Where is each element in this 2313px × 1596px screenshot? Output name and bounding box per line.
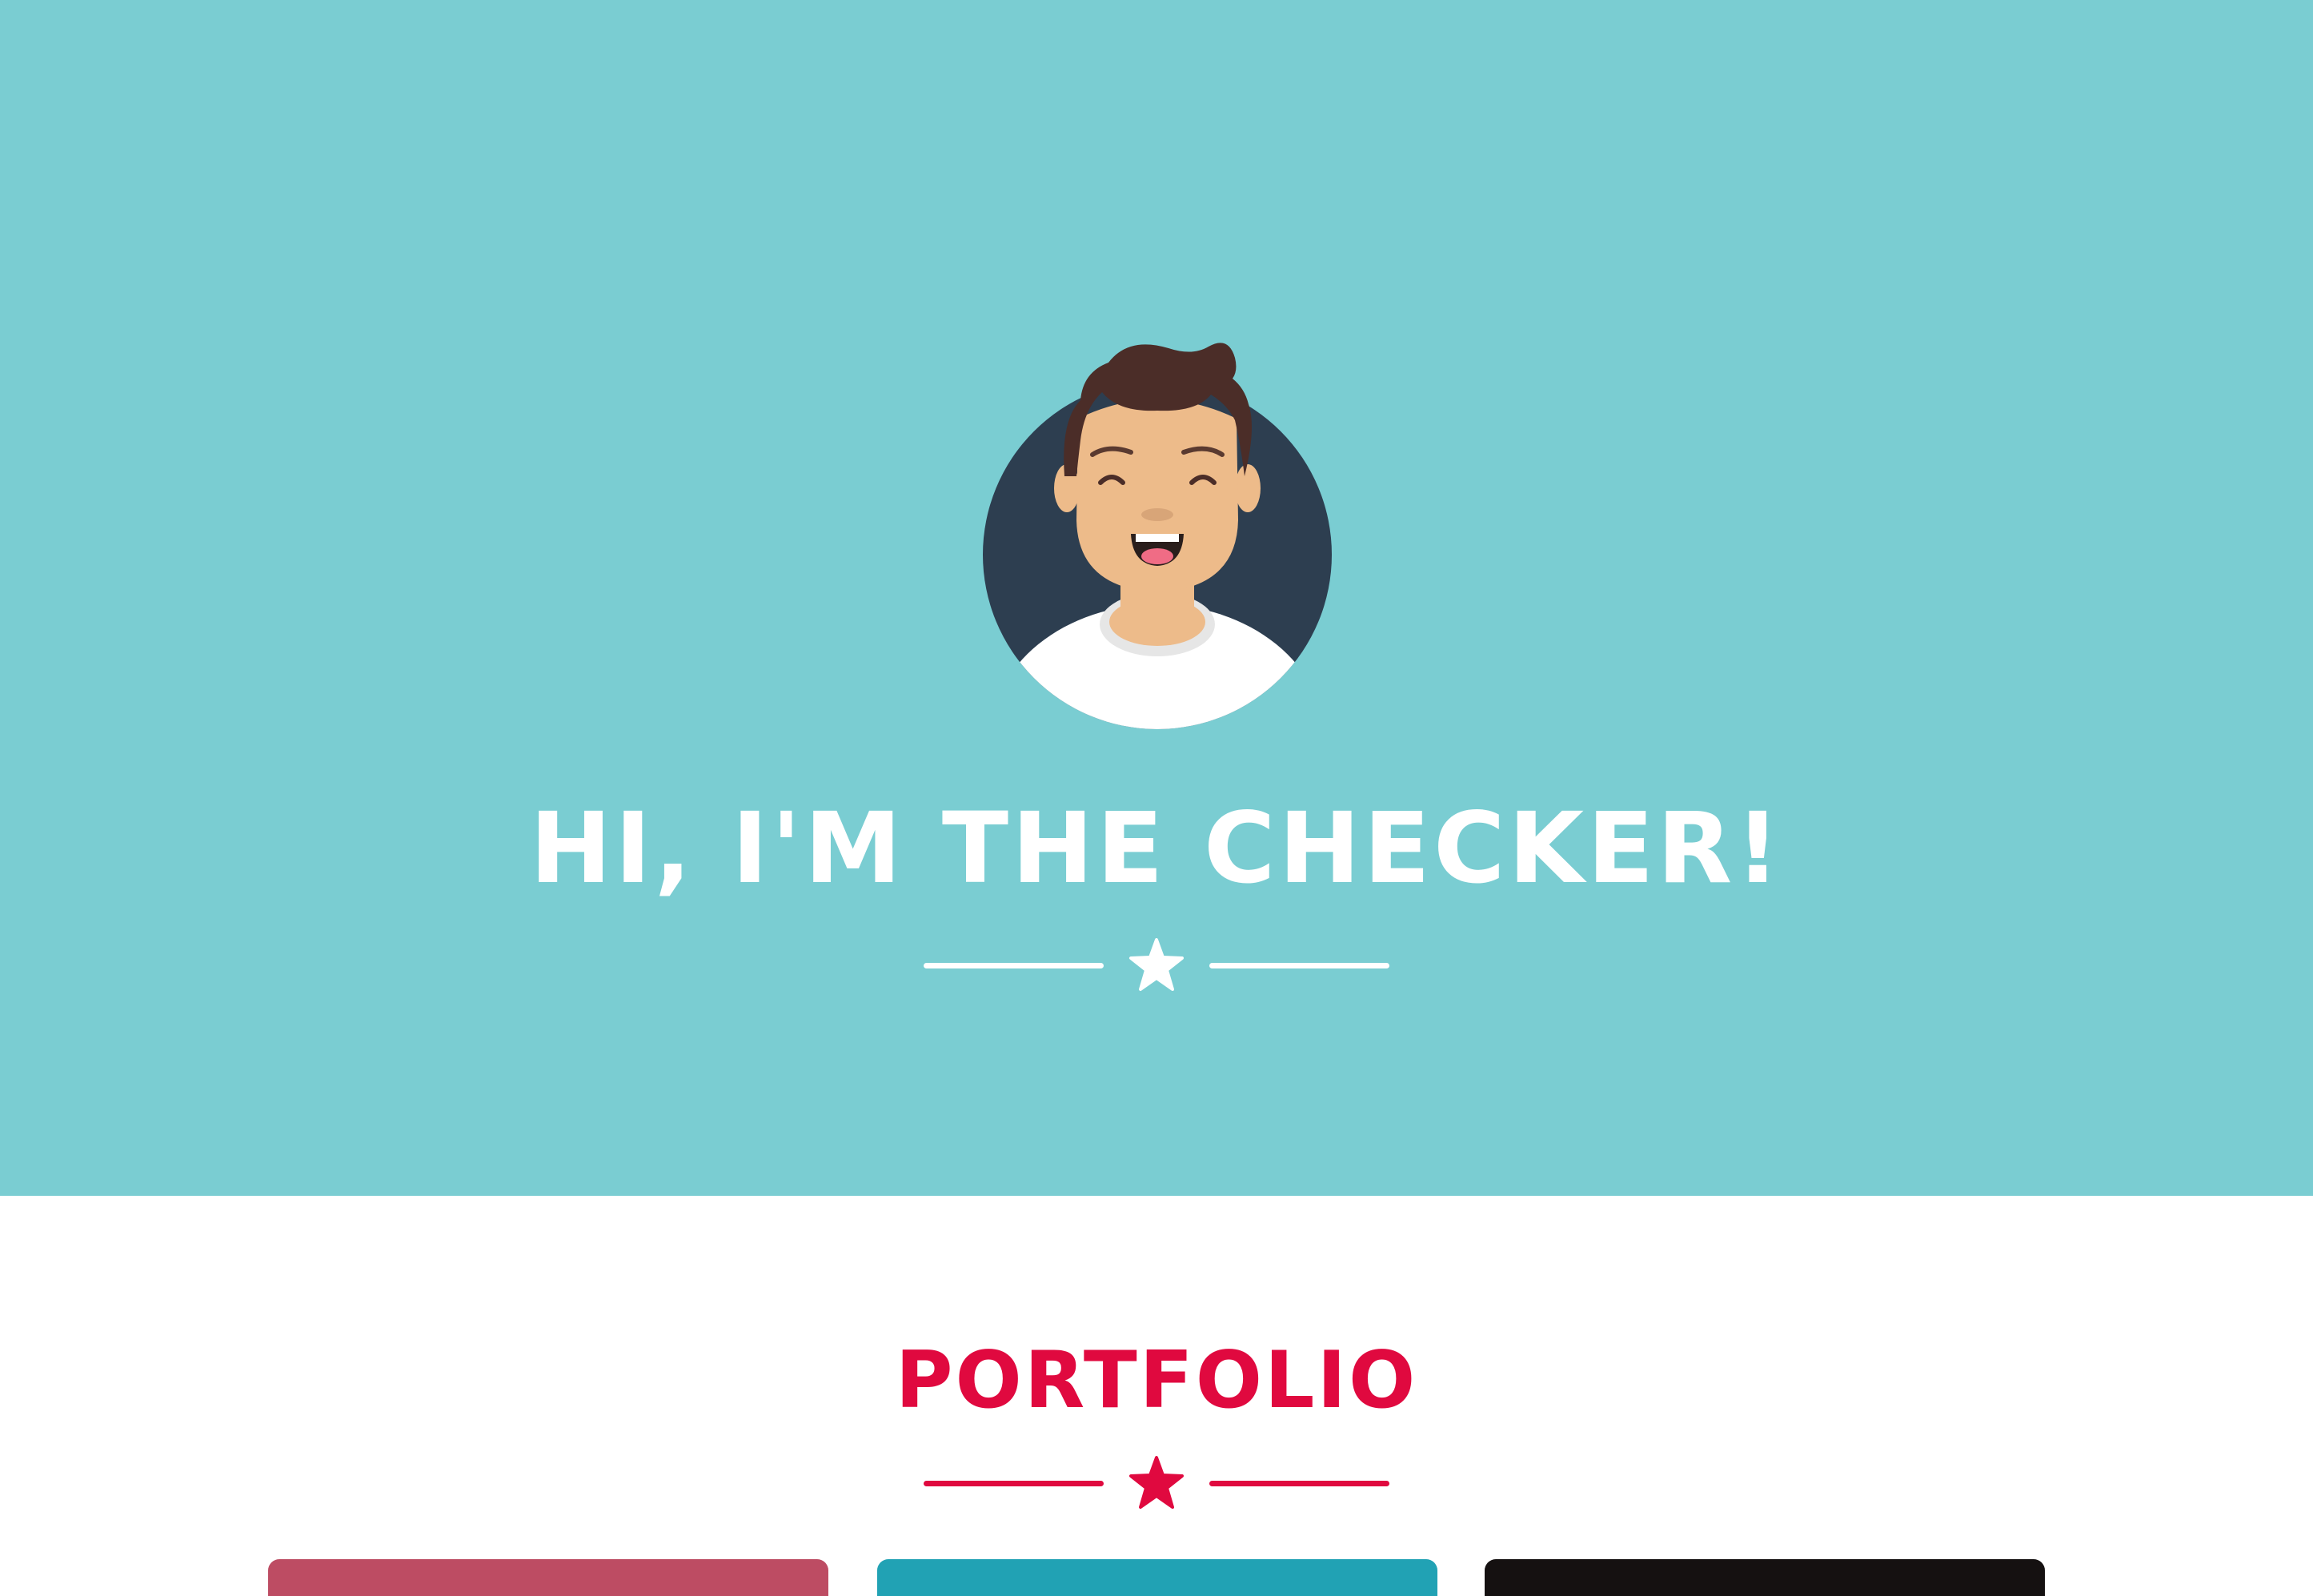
portfolio-card[interactable] [1485, 1559, 2045, 1596]
divider-line-right [1209, 1481, 1389, 1486]
hero-section: HI, I'M THE CHECKER! [0, 0, 2313, 1196]
divider-line-right [1209, 963, 1389, 968]
star-icon [1126, 1454, 1187, 1512]
star-icon [1126, 936, 1187, 994]
portfolio-cards [0, 1559, 2313, 1596]
hero-divider [920, 933, 1393, 997]
smiling-man-avatar-icon [983, 343, 1332, 729]
portfolio-card[interactable] [877, 1559, 1437, 1596]
avatar [980, 324, 1333, 740]
portfolio-divider [920, 1451, 1393, 1515]
portfolio-title: PORTFOLIO [895, 1335, 1418, 1426]
page: HI, I'M THE CHECKER! PORTFOLIO [0, 0, 2313, 1596]
portfolio-card[interactable] [268, 1559, 828, 1596]
hero-title: HI, I'M THE CHECKER! [529, 792, 1784, 905]
divider-line-left [924, 1481, 1104, 1486]
divider-line-left [924, 963, 1104, 968]
